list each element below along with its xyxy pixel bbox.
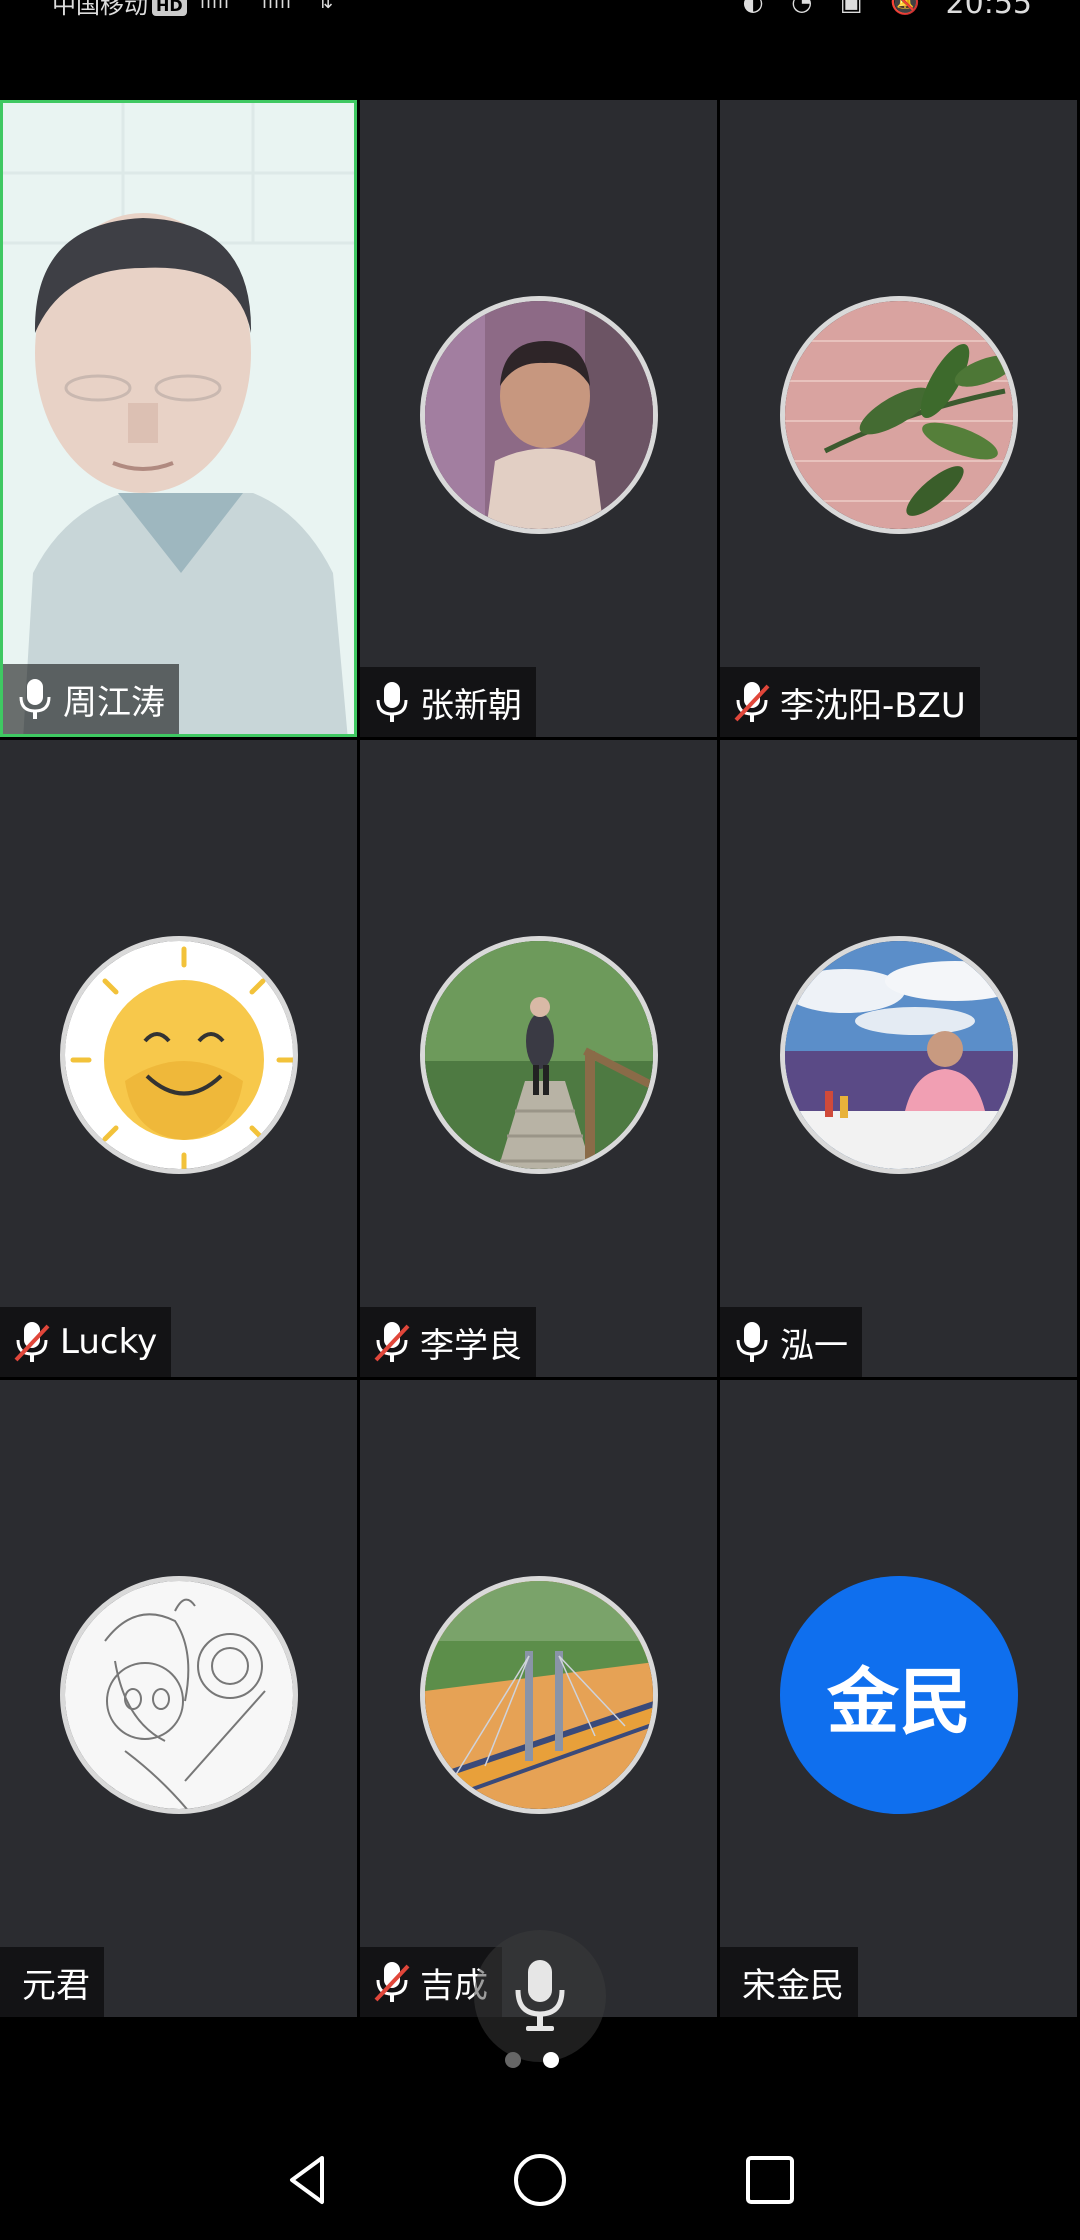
microphone-muted-icon bbox=[14, 1322, 50, 1362]
name-tag: 张新朝 bbox=[360, 667, 536, 737]
participant-tile[interactable]: 周江涛 bbox=[0, 100, 357, 737]
participant-name: 张新朝 bbox=[420, 685, 522, 726]
avatar bbox=[420, 936, 658, 1174]
name-tag: 宋金民 bbox=[720, 1947, 858, 2017]
avatar bbox=[780, 936, 1018, 1174]
microphone-muted-icon bbox=[374, 1962, 410, 2002]
participant-name: 泓一 bbox=[780, 1325, 848, 1366]
system-nav-bar bbox=[0, 2120, 1080, 2240]
participant-tile[interactable]: 金民 宋金民 bbox=[720, 1380, 1077, 2017]
page-indicator bbox=[505, 2052, 559, 2068]
name-tag: Lucky bbox=[0, 1307, 172, 1377]
avatar bbox=[60, 936, 298, 1174]
participant-name: 李沈阳-BZU bbox=[780, 685, 966, 726]
data-transfer-icon: ⇅ bbox=[318, 0, 335, 13]
participant-name: 周江涛 bbox=[63, 682, 165, 723]
participant-tile[interactable]: 泓一 bbox=[720, 740, 1077, 1377]
text-avatar: 金民 bbox=[780, 1576, 1018, 1814]
participant-name: 李学良 bbox=[420, 1325, 522, 1366]
signal-icon-2: ıılll bbox=[262, 0, 293, 13]
name-tag: 李沈阳-BZU bbox=[720, 667, 980, 737]
participant-name: 宋金民 bbox=[742, 1965, 844, 2006]
microphone-icon bbox=[515, 1960, 565, 2031]
camera-video bbox=[3, 103, 354, 734]
avatar bbox=[420, 296, 658, 534]
signal-icon: ıılll bbox=[200, 0, 231, 13]
back-icon[interactable] bbox=[280, 2150, 340, 2210]
clock: 20:55 bbox=[945, 0, 1032, 21]
microphone-muted-icon bbox=[374, 1322, 410, 1362]
hd-badge: HD bbox=[152, 0, 187, 16]
status-bar: 中国移动 HD ıılll ıılll ⇅ ◐ ◔ ▣ 🔕 20:55 bbox=[0, 0, 1080, 100]
participant-name: Lucky bbox=[60, 1322, 158, 1362]
avatar bbox=[60, 1576, 298, 1814]
participant-tile[interactable]: 吉成 bbox=[360, 1380, 717, 2017]
avatar bbox=[420, 1576, 658, 1814]
participant-tile[interactable]: 张新朝 bbox=[360, 100, 717, 737]
name-tag: 李学良 bbox=[360, 1307, 536, 1377]
participant-tile[interactable]: 李学良 bbox=[360, 740, 717, 1377]
participant-tile[interactable]: 李沈阳-BZU bbox=[720, 100, 1077, 737]
microphone-muted-icon bbox=[734, 682, 770, 722]
name-tag: 泓一 bbox=[720, 1307, 862, 1377]
recents-icon[interactable] bbox=[740, 2150, 800, 2210]
microphone-icon bbox=[736, 1322, 768, 1362]
page-dot[interactable] bbox=[505, 2052, 521, 2068]
home-icon[interactable] bbox=[510, 2150, 570, 2210]
participant-name: 元君 bbox=[22, 1965, 90, 2006]
participant-grid: 周江涛 张新朝 李沈阳-BZU Lucky 李学良 泓一 元君 吉成 金民 宋金… bbox=[0, 100, 1080, 2020]
participant-tile[interactable]: Lucky bbox=[0, 740, 357, 1377]
page-dot-active[interactable] bbox=[543, 2052, 559, 2068]
avatar bbox=[780, 296, 1018, 534]
microphone-icon bbox=[19, 679, 51, 719]
carrier-label: 中国移动 HD bbox=[52, 0, 187, 20]
floating-mic-button[interactable] bbox=[474, 1930, 606, 2062]
status-icons: ◐ ◔ ▣ 🔕 bbox=[742, 0, 930, 16]
name-tag: 元君 bbox=[0, 1947, 104, 2017]
name-tag: 周江涛 bbox=[3, 664, 179, 734]
microphone-icon bbox=[376, 682, 408, 722]
participant-tile[interactable]: 元君 bbox=[0, 1380, 357, 2017]
